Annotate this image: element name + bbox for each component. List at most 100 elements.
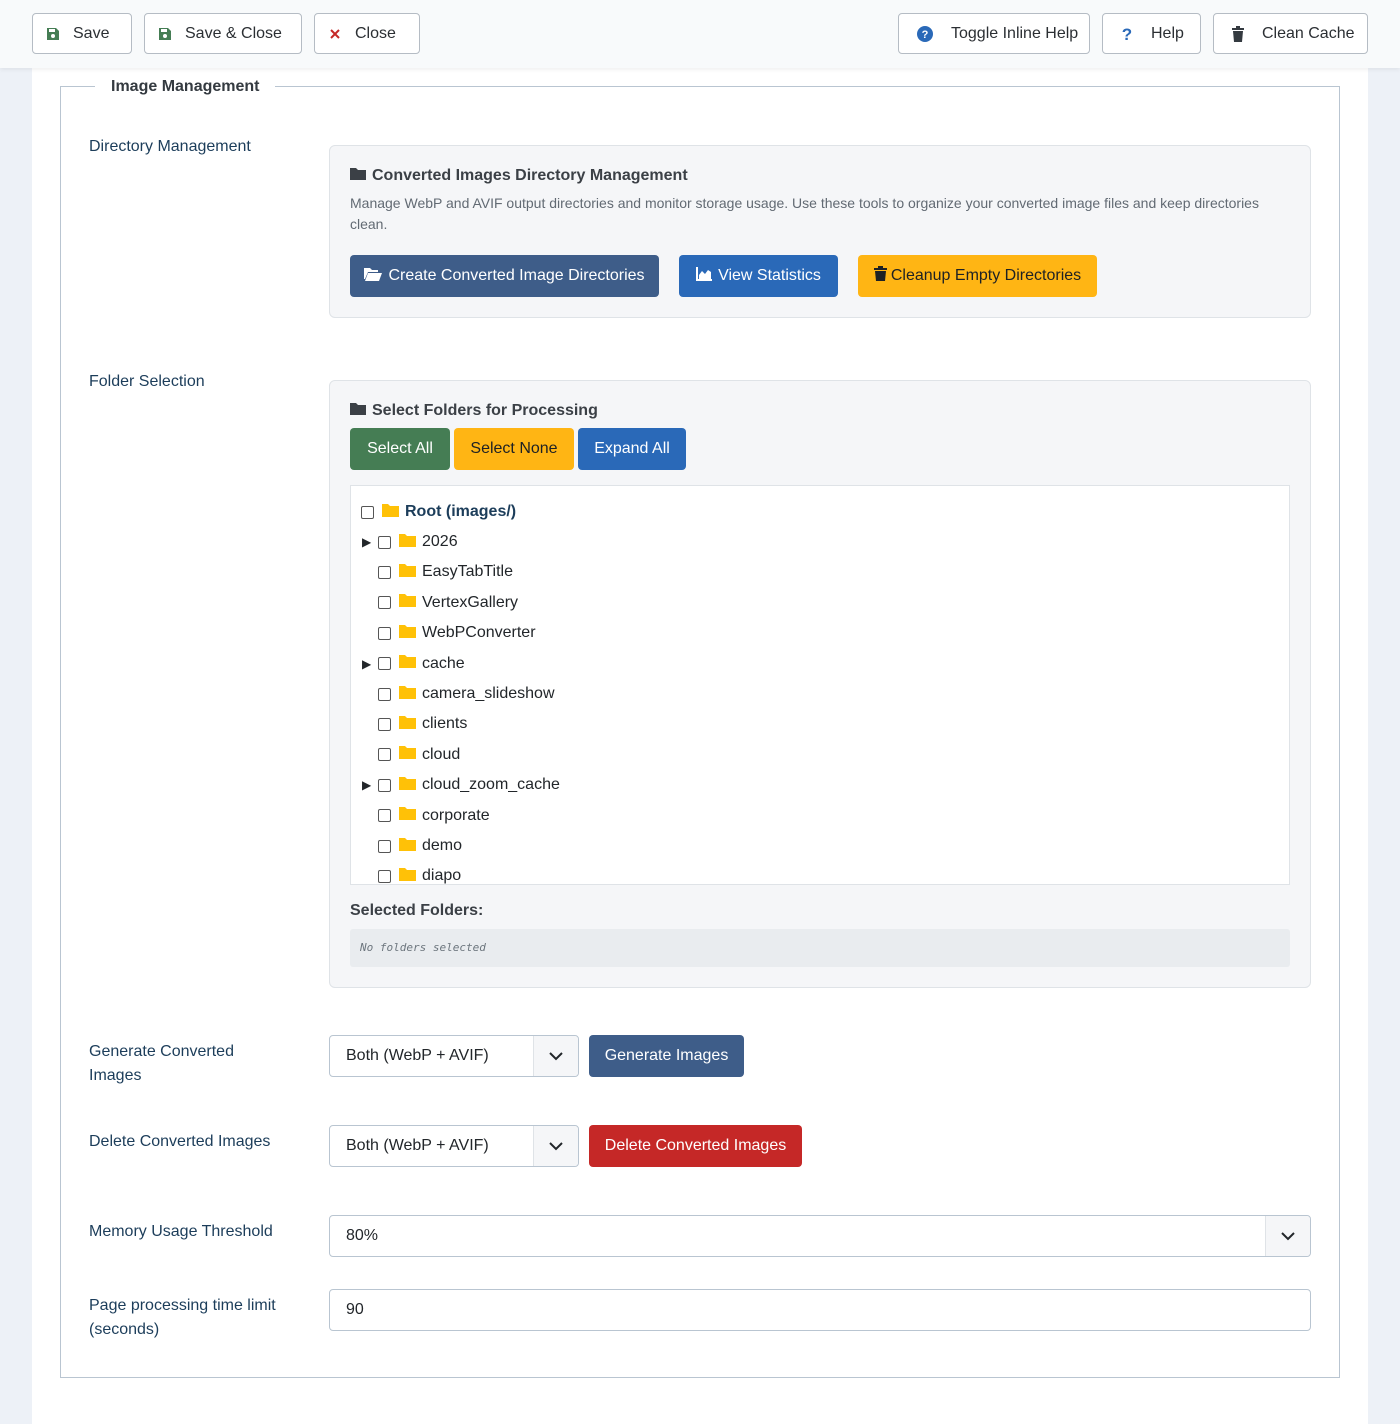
folder-icon [399,685,416,704]
tree-folder-item[interactable]: ▶ cloud_zoom_cache [351,773,560,797]
folder-checkbox[interactable] [378,717,391,731]
save-close-label: Save & Close [185,24,282,42]
time-limit-input[interactable]: 90 [329,1289,1311,1331]
folder-checkbox[interactable] [378,626,391,640]
tree-folder-item[interactable]: demo [351,834,462,858]
folder-label: cloud_zoom_cache [422,776,560,794]
folder-checkbox[interactable] [378,657,391,671]
image-management-fieldset: Image Management Directory Management Co… [60,77,1340,1378]
save-close-button[interactable]: Save & Close [144,13,302,54]
folder-label: corporate [422,806,490,824]
question-icon: ? [1103,26,1151,42]
chevron-down-icon [533,1036,578,1076]
folder-icon [399,745,416,764]
folder-checkbox[interactable] [378,596,391,610]
generate-format-select[interactable]: Both (WebP + AVIF) [329,1035,579,1077]
tree-folder-item[interactable]: cloud [351,743,460,767]
generate-converted-images-label: Generate Converted Images [89,1043,234,1084]
card-description: Manage WebP and AVIF output directories … [350,195,1259,232]
delete-format-value: Both (WebP + AVIF) [346,1137,489,1154]
directory-management-card: Converted Images Directory Management Ma… [329,145,1311,318]
folder-checkbox[interactable] [378,778,391,792]
folder-label: VertexGallery [422,593,519,611]
view-statistics-button[interactable]: View Statistics [679,255,838,297]
folder-checkbox[interactable] [378,565,391,579]
expand-all-button[interactable]: Expand All [578,428,686,470]
folder-icon [399,776,416,795]
folder-icon [399,593,416,612]
tree-folder-item[interactable]: WebPConverter [351,621,536,645]
folder-icon [399,867,416,884]
tree-folder-item[interactable]: corporate [351,804,490,828]
folder-checkbox[interactable] [378,809,391,823]
folder-icon [382,503,399,522]
selected-folders-display: No folders selected [350,929,1290,967]
select-all-button[interactable]: Select All [350,428,450,470]
tree-folder-item[interactable]: EasyTabTitle [351,560,513,584]
clean-cache-label: Clean Cache [1262,24,1355,42]
folder-checkbox[interactable] [378,687,391,701]
tree-root[interactable]: Root (images/) [361,500,516,524]
delete-converted-images-button[interactable]: Delete Converted Images [589,1125,802,1167]
create-directories-button[interactable]: Create Converted Image Directories [350,255,659,297]
folder-open-icon [364,267,383,286]
area-chart-icon [696,266,713,286]
save-button[interactable]: Save [32,13,132,54]
trash-icon [873,266,887,286]
svg-text:?: ? [1122,26,1132,42]
folder-icon [399,806,416,825]
folder-icon [399,563,416,582]
chevron-down-icon [533,1126,578,1166]
generate-images-button[interactable]: Generate Images [589,1035,744,1077]
page-content: Image Management Directory Management Co… [32,68,1368,1424]
tree-folder-item[interactable]: camera_slideshow [351,682,555,706]
expand-arrow-icon[interactable]: ▶ [362,535,374,549]
folder-checkbox[interactable] [378,748,391,762]
tree-folder-item[interactable]: VertexGallery [351,591,518,615]
folder-checkbox[interactable] [378,869,391,883]
tree-folder-item[interactable]: ▶ cache [351,652,465,676]
delete-format-select[interactable]: Both (WebP + AVIF) [329,1125,579,1167]
root-folder-label: Root (images/) [405,503,517,520]
folder-icon [350,167,366,185]
tree-folder-item[interactable]: clients [351,712,467,736]
fieldset-legend: Image Management [95,77,276,97]
folder-checkbox[interactable] [378,535,391,549]
cleanup-empty-directories-button[interactable]: Cleanup Empty Directories [858,255,1097,297]
selected-folders-label: Selected Folders: [350,902,484,919]
root-checkbox[interactable] [361,505,374,519]
folder-icon [350,402,366,420]
select-none-button[interactable]: Select None [454,428,574,470]
save-label: Save [73,24,110,42]
question-circle-icon: ? [899,25,951,42]
time-limit-label: Page processing time limit (seconds) [89,1297,276,1338]
memory-threshold-select[interactable]: 80% [329,1215,1311,1257]
folder-tree[interactable]: Root (images/) ▶ 2026 EasyTabTitle VertexGa… [350,485,1290,885]
folder-label: WebPConverter [422,624,536,642]
toggle-inline-help-button[interactable]: ? Toggle Inline Help [898,13,1090,54]
folder-label: demo [422,837,463,854]
folder-label: clients [422,715,468,733]
view-statistics-label: View Statistics [718,267,821,284]
folder-icon [399,715,416,734]
tree-folder-item[interactable]: ▶ 2026 [351,530,458,554]
folder-selection-label: Folder Selection [89,373,205,390]
card-title-text: Converted Images Directory Management [372,167,688,184]
floppy-disk-icon [145,27,185,41]
tree-folder-item[interactable]: diapo [351,864,461,884]
folder-checkbox[interactable] [378,839,391,853]
toggle-help-label: Toggle Inline Help [951,24,1079,42]
help-button[interactable]: ? Help [1102,13,1201,54]
folder-icon [399,533,416,552]
time-limit-value: 90 [346,1301,364,1318]
close-button[interactable]: Close [314,13,420,54]
card-title-text: Select Folders for Processing [372,402,598,419]
folder-icon [399,837,416,856]
help-label: Help [1151,24,1184,42]
folder-label: 2026 [422,533,458,550]
expand-arrow-icon[interactable]: ▶ [362,778,374,792]
expand-arrow-icon[interactable]: ▶ [362,657,374,671]
trash-icon [1214,25,1262,42]
memory-threshold-label: Memory Usage Threshold [89,1223,273,1240]
clean-cache-button[interactable]: Clean Cache [1213,13,1368,54]
